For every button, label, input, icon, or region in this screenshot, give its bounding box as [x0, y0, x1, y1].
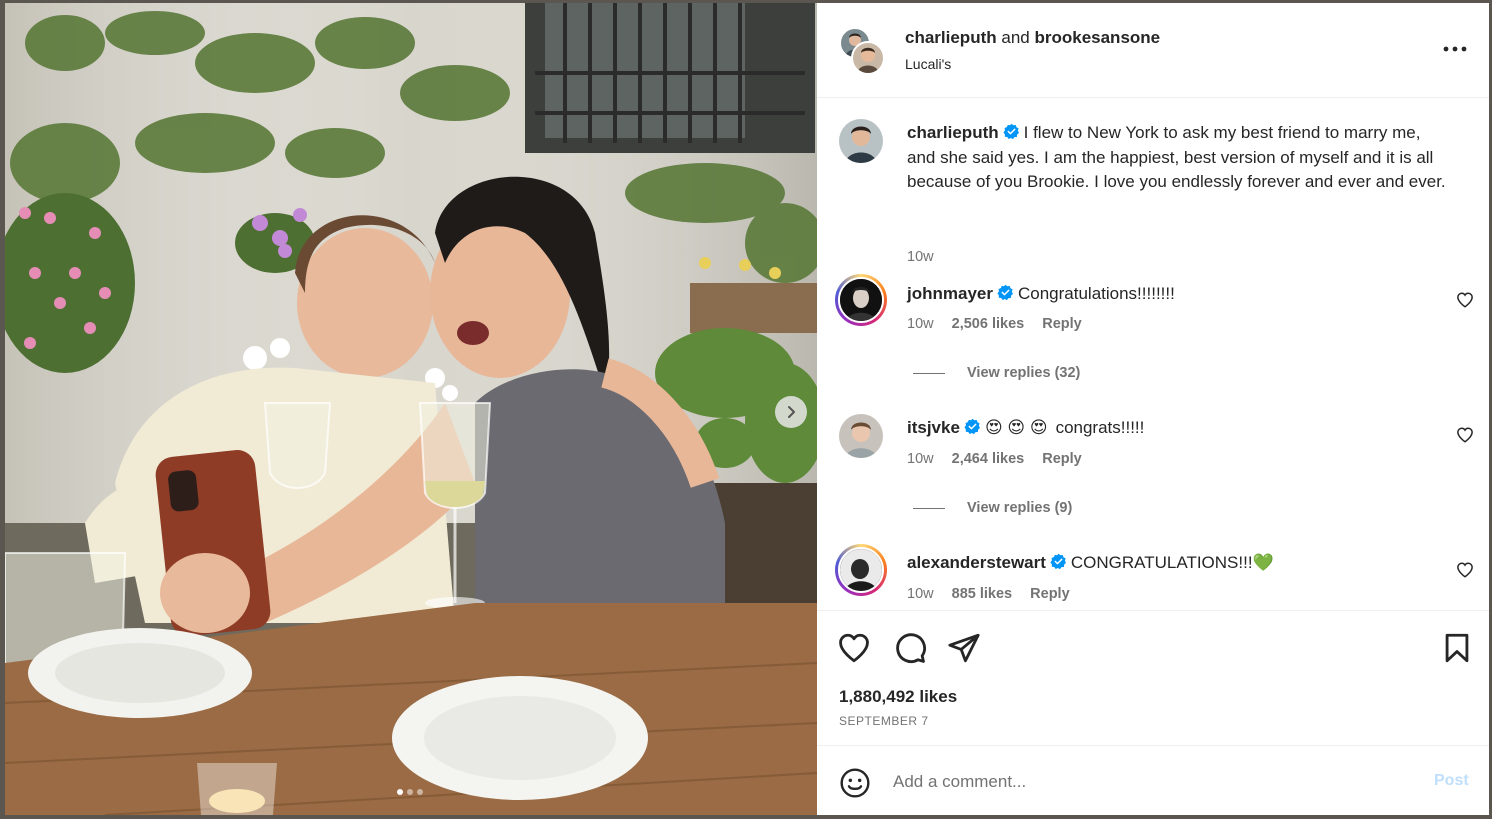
- caption-username[interactable]: charlieputh: [907, 123, 999, 142]
- comment-username[interactable]: alexanderstewart: [907, 553, 1046, 572]
- carousel-dot: [397, 789, 403, 795]
- heart-icon[interactable]: [837, 631, 871, 665]
- carousel-indicator: [397, 789, 423, 795]
- comment-age: 10w: [907, 451, 934, 467]
- like-comment-heart-icon[interactable]: [1456, 426, 1474, 444]
- comment-text: alexanderstewart CONGRATULATIONS!!!💚: [907, 551, 1447, 576]
- comment-meta: 10w 2,506 likes Reply: [907, 316, 1096, 332]
- caption-age: 10w: [907, 249, 934, 265]
- post-photo[interactable]: [5, 3, 817, 815]
- verified-badge-icon: [1050, 553, 1066, 570]
- more-options-icon[interactable]: [1441, 41, 1469, 57]
- view-replies-label: View replies (32): [967, 365, 1081, 381]
- comment-meta: 10w 2,464 likes Reply: [907, 451, 1096, 467]
- comment-text: johnmayer Congratulations!!!!!!!!: [907, 282, 1447, 307]
- comment-emoji: 😍 😍 😍: [984, 418, 1048, 437]
- view-replies-button[interactable]: View replies (9): [913, 500, 1072, 516]
- post-header: charlieputh and brookesansone Lucali's: [817, 3, 1489, 98]
- next-image-button[interactable]: [775, 396, 807, 428]
- caption-meta: 10w: [907, 249, 948, 265]
- carousel-dot: [407, 789, 413, 795]
- avatar[interactable]: [839, 414, 883, 458]
- comment-body: CONGRATULATIONS!!!: [1070, 553, 1253, 572]
- comment-likes[interactable]: 885 likes: [952, 586, 1012, 602]
- carousel-dot: [417, 789, 423, 795]
- author-link[interactable]: charlieputh: [905, 28, 997, 47]
- like-comment-heart-icon[interactable]: [1456, 291, 1474, 309]
- chevron-right-icon: [788, 406, 795, 418]
- avatar: [838, 277, 884, 323]
- collab-avatars[interactable]: [839, 27, 885, 75]
- comment-likes[interactable]: 2,464 likes: [952, 451, 1025, 467]
- avatar-story-ring[interactable]: [835, 544, 887, 596]
- post-actions: 1,880,492 likes SEPTEMBER 7: [817, 610, 1489, 745]
- caption-text: charlieputh I flew to New York to ask my …: [907, 121, 1447, 195]
- avatar[interactable]: [839, 119, 883, 163]
- reply-button[interactable]: Reply: [1042, 451, 1082, 467]
- app-frame: charlieputh and brookesansone Lucali's c…: [0, 0, 1492, 819]
- author-joiner: and: [1001, 28, 1030, 47]
- view-replies-button[interactable]: View replies (32): [913, 365, 1080, 381]
- bookmark-icon[interactable]: [1440, 631, 1474, 665]
- verified-badge-icon: [1003, 123, 1019, 140]
- comments-list[interactable]: charlieputh I flew to New York to ask my …: [817, 99, 1489, 610]
- post-date: SEPTEMBER 7: [839, 714, 929, 728]
- comment-age: 10w: [907, 586, 934, 602]
- comment-username[interactable]: johnmayer: [907, 284, 993, 303]
- comment-text: itsjvke 😍 😍 😍 congrats!!!!!: [907, 416, 1447, 441]
- reply-button[interactable]: Reply: [1030, 586, 1070, 602]
- post-authors: charlieputh and brookesansone: [905, 28, 1160, 48]
- comment-meta: 10w 885 likes Reply: [907, 586, 1084, 602]
- post-comment-button[interactable]: Post: [1434, 772, 1469, 790]
- divider: [913, 507, 945, 509]
- comment-username[interactable]: itsjvke: [907, 418, 960, 437]
- view-replies-label: View replies (9): [967, 500, 1073, 516]
- author-link[interactable]: brookesansone: [1034, 28, 1160, 47]
- post-location[interactable]: Lucali's: [905, 56, 951, 72]
- comment-input[interactable]: [893, 768, 1393, 796]
- avatar: [851, 41, 885, 75]
- comment-likes[interactable]: 2,506 likes: [952, 316, 1025, 332]
- comment-body: Congratulations!!!!!!!!: [1017, 284, 1175, 303]
- like-comment-heart-icon[interactable]: [1456, 561, 1474, 579]
- comment-body: congrats!!!!!: [1055, 418, 1145, 437]
- reply-button[interactable]: Reply: [1042, 316, 1082, 332]
- like-count[interactable]: 1,880,492 likes: [839, 687, 957, 707]
- avatar-story-ring[interactable]: [835, 274, 887, 326]
- comment-age: 10w: [907, 316, 934, 332]
- avatar: [838, 547, 884, 593]
- paper-plane-icon[interactable]: [947, 631, 981, 665]
- comment-composer: Post: [817, 745, 1489, 815]
- verified-badge-icon: [964, 418, 980, 435]
- verified-badge-icon: [997, 284, 1013, 301]
- post-photo-illustration: [5, 3, 817, 815]
- smiley-icon[interactable]: [839, 767, 871, 799]
- comment-bubble-icon[interactable]: [893, 631, 927, 665]
- green-heart-emoji: 💚: [1252, 553, 1274, 572]
- divider: [913, 372, 945, 374]
- post-details-panel: charlieputh and brookesansone Lucali's c…: [817, 3, 1489, 815]
